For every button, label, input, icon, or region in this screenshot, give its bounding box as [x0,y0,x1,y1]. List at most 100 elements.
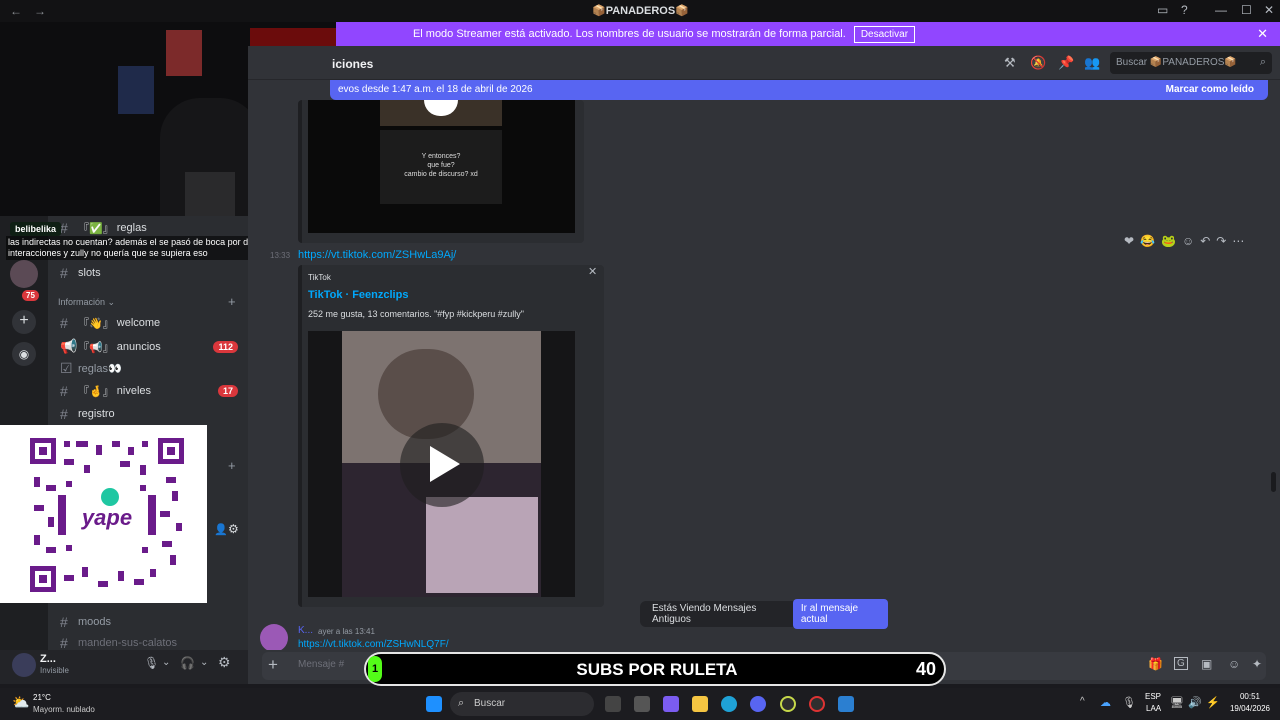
edge-icon[interactable] [721,696,737,712]
video-thumbnail[interactable]: Y entonces? que fue? cambio de discurso?… [308,100,575,233]
chevron-up-icon[interactable]: ^ [1080,696,1085,707]
channel-niveles[interactable]: # 『🤞』 niveles 17 [60,383,238,399]
help-icon[interactable]: ? [1181,3,1188,17]
jump-to-present-button[interactable]: Ir al mensaje actual [792,599,888,629]
add-channel-icon[interactable]: + [228,294,236,309]
mention-badge: 112 [213,340,238,353]
add-attachment-icon[interactable]: + [268,655,278,675]
channel-moods[interactable]: # moods [60,614,111,630]
category-informacion[interactable]: Información ⌄ [58,297,115,308]
search-icon: ⌕ [458,697,465,709]
back-icon[interactable]: ← [10,4,24,18]
emoji-reaction-icon[interactable]: 😂 [1140,234,1155,248]
app-icon[interactable] [809,696,825,712]
channel-slots[interactable]: # slots [60,265,101,281]
tiktok-video[interactable] [308,331,575,597]
embed-title[interactable]: TikTok · Feenzclips [308,289,408,301]
copilot-icon[interactable] [663,696,679,712]
taskbar: ⛅ 21°C Mayorm. nublado ⌕ Buscar ^ ☁ 🎙 ES… [0,688,1280,720]
server-icon[interactable] [10,260,38,288]
gift-icon[interactable]: 🎁 [1148,657,1163,671]
network-icon[interactable]: 🖥 [1170,696,1184,709]
headphones-icon[interactable]: 🎧 [180,656,195,670]
battery-icon[interactable]: ⚡ [1206,696,1220,709]
disable-streamer-button[interactable]: Desactivar [853,25,916,43]
mark-read-button[interactable]: Marcar como leído [1166,84,1254,95]
microphone-icon[interactable]: 🎙 [1122,696,1136,709]
taskbar-search-text: Buscar [474,698,506,709]
clock-time[interactable]: 00:51 [1220,692,1260,701]
heart-reaction-icon[interactable]: ❤ [1124,234,1134,248]
channel-welcome[interactable]: # 『👋』 welcome [60,315,160,331]
search-icon: ⌕ [1259,56,1266,68]
more-icon[interactable]: ⋯ [1232,234,1244,248]
volume-icon[interactable]: 🔊 [1188,696,1202,709]
message-author[interactable]: K... [298,625,313,636]
user-settings-icon[interactable]: ⚙ [218,654,231,671]
chevron-down-icon[interactable]: ⌄ [162,657,170,668]
threads-icon[interactable]: ⚒ [1004,55,1016,71]
forward-icon[interactable]: → [34,4,48,18]
add-server-icon[interactable]: + [12,310,36,334]
channel-reglas2[interactable]: ☑ reglas👀 [60,360,122,377]
members-icon[interactable]: 👥 [1084,55,1100,71]
new-messages-bar[interactable]: evos desde 1:47 a.m. el 18 de abril de 2… [330,80,1268,100]
maximize-icon[interactable]: ☐ [1241,3,1252,17]
close-banner-icon[interactable]: ✕ [1257,26,1268,42]
discord-icon[interactable] [750,696,766,712]
gif-icon[interactable]: G [1174,657,1188,670]
minimize-icon[interactable]: — [1215,3,1227,17]
app-icon[interactable] [634,696,650,712]
task-view-icon[interactable] [605,696,621,712]
avatar[interactable] [12,653,36,677]
emoji-reaction-icon[interactable]: 🐸 [1161,234,1176,248]
close-embed-icon[interactable]: ✕ [588,265,597,278]
avatar[interactable] [260,624,288,652]
megaphone-icon: 📢 [60,338,78,354]
add-reaction-icon[interactable]: ☺ [1182,234,1194,248]
microphone-icon[interactable]: 🎙 [144,656,159,670]
tiktok-link[interactable]: https://vt.tiktok.com/ZSHwLa9Aj/ [298,249,456,261]
channel-anuncios[interactable]: 📢 『📢』 anuncios 112 [60,338,238,355]
inbox-icon[interactable]: ▭ [1157,3,1168,17]
app-icon[interactable] [780,696,796,712]
tiktok-link[interactable]: https://vt.tiktok.com/ZSHwNLQ7F/ [298,639,449,650]
discover-icon[interactable]: ◉ [12,342,36,366]
mute-icon[interactable]: 🔕 [1030,55,1046,71]
settings-icon[interactable]: ⚙ [228,522,239,536]
search-input[interactable]: Buscar 📦PANADEROS📦 ⌕ [1110,52,1272,74]
taskbar-search[interactable]: ⌕ Buscar [450,692,594,716]
rules-icon: ☑ [60,360,73,376]
cloud-icon[interactable]: ☁ [1100,696,1111,709]
keyboard-lang[interactable]: ESP [1145,692,1161,701]
scrollbar-thumb[interactable] [1271,472,1276,492]
channel-registro[interactable]: # registro [60,406,115,422]
poster [166,30,202,76]
invite-icon[interactable]: 👤 [214,523,228,536]
windows-start-icon[interactable] [426,696,442,712]
user-status: Invisible [40,666,69,675]
add-channel-icon[interactable]: + [228,458,236,473]
message-actions: ❤ 😂 🐸 ☺ ↶ ↷ ⋯ [1124,234,1244,248]
subs-ruleta-overlay: 1 SUBS POR RULETA 40 [364,652,946,686]
channel-label: welcome [116,317,161,329]
channel-manden[interactable]: # manden-sus-calatos [60,637,177,649]
emoji-icon[interactable]: ☺ [1228,657,1240,671]
sticker-icon[interactable]: ▣ [1201,657,1212,671]
forward-icon[interactable]: ↷ [1216,234,1226,248]
hash-icon: # [60,406,68,422]
weather-text: Mayorm. nublado [33,705,95,714]
yape-logo-text: yape [81,505,132,530]
reply-icon[interactable]: ↶ [1200,234,1210,248]
channel-label: registro [78,408,115,420]
app-icon[interactable] [838,696,854,712]
channel-prefix: 『🤞』 [78,386,114,398]
pin-icon[interactable]: 📌 [1058,55,1074,71]
apps-icon[interactable]: ✦ [1252,657,1262,671]
file-explorer-icon[interactable] [692,696,708,712]
weather-icon[interactable]: ⛅ [12,694,29,711]
chevron-down-icon[interactable]: ⌄ [200,657,208,668]
channel-header: iciones ⚒ 🔕 📌 👥 Buscar 📦PANADEROS📦 ⌕ [248,46,1280,80]
channel-reglas[interactable]: # 『✅』 reglas [60,220,147,236]
close-window-icon[interactable]: ✕ [1264,3,1274,17]
